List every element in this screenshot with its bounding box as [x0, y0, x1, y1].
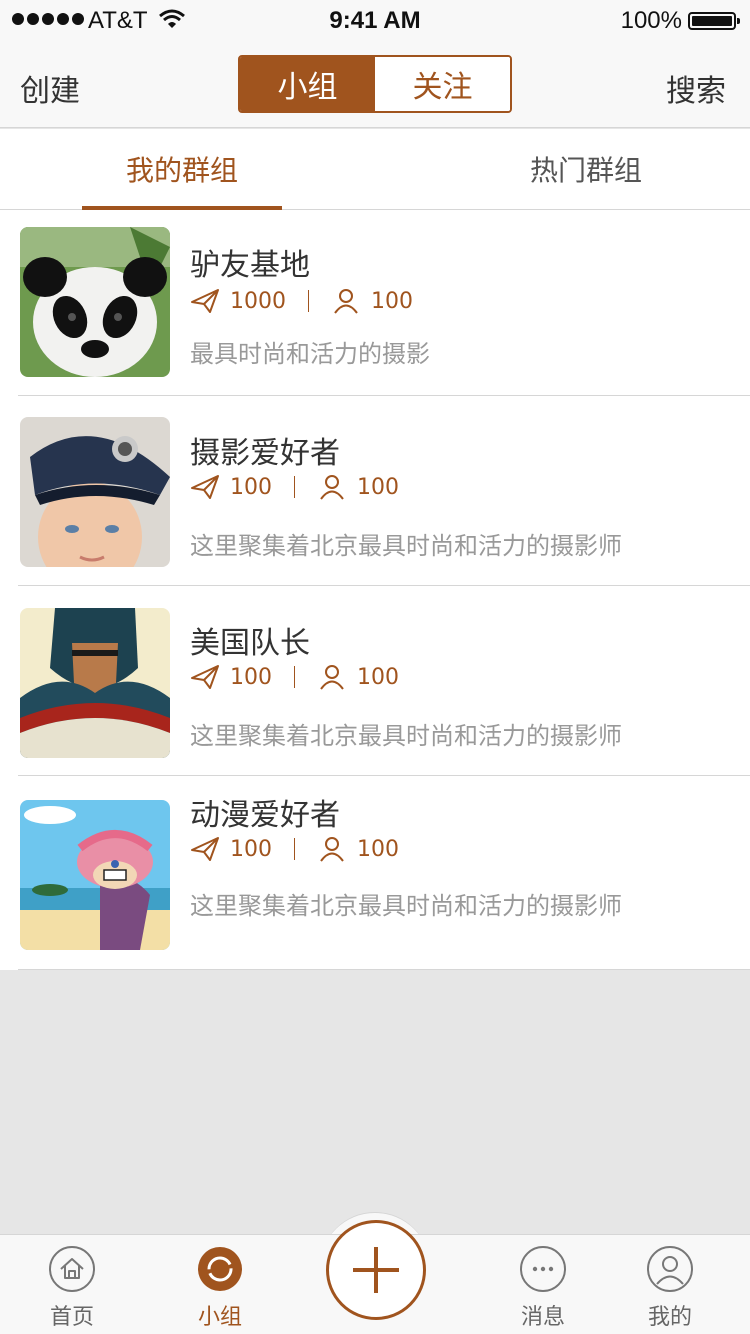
member-count: 100 [357, 474, 399, 500]
status-bar: AT&T 9:41 AM 100% [0, 0, 750, 40]
tabbar-item-home[interactable]: 首页 [32, 1245, 112, 1331]
avatar [20, 800, 170, 950]
post-count: 1000 [230, 288, 286, 314]
tabbar-label: 我的 [647, 1305, 692, 1330]
post-count: 100 [230, 664, 272, 690]
tab-my-groups[interactable]: 我的群组 [82, 129, 282, 210]
group-name: 摄影爱好者 [190, 436, 340, 471]
group-description: 这里聚集着北京最具时尚和活力的摄影师 [190, 722, 622, 750]
avatar [20, 227, 170, 377]
post-count: 100 [230, 474, 272, 500]
tab-hot-groups[interactable]: 热门群组 [486, 129, 686, 209]
tabbar-item-groups[interactable]: 小组 [180, 1245, 260, 1331]
member-count: 100 [371, 288, 413, 314]
plus-icon [353, 1247, 399, 1293]
send-icon [191, 475, 219, 499]
search-button[interactable]: 搜索 [666, 66, 726, 110]
member-count: 100 [357, 836, 399, 862]
segmented-control: 小组 关注 [238, 55, 512, 113]
group-list: 驴友基地 1000 100 最具时尚和活力的摄影 摄影爱好者 100 100 这… [0, 210, 750, 970]
list-item[interactable]: 摄影爱好者 100 100 这里聚集着北京最具时尚和活力的摄影师 [18, 396, 750, 586]
battery-percent: 100% [620, 7, 682, 34]
list-item[interactable]: 动漫爱好者 100 100 这里聚集着北京最具时尚和活力的摄影师 [18, 776, 750, 970]
tabbar-item-messages[interactable]: 消息 [503, 1245, 583, 1331]
group-description: 这里聚集着北京最具时尚和活力的摄影师 [190, 532, 622, 560]
person-icon [320, 837, 344, 862]
battery-icon [688, 12, 740, 30]
create-button[interactable]: 创建 [20, 66, 80, 110]
tabbar-label: 消息 [520, 1305, 565, 1330]
segment-groups[interactable]: 小组 [240, 57, 375, 111]
group-name: 驴友基地 [190, 248, 310, 283]
group-name: 美国队长 [190, 626, 310, 661]
group-icon [198, 1247, 242, 1291]
group-stats: 100 100 [190, 474, 399, 500]
member-count: 100 [357, 664, 399, 690]
group-stats: 100 100 [190, 836, 399, 862]
tabbar-label: 小组 [197, 1305, 242, 1330]
segment-following[interactable]: 关注 [375, 57, 510, 111]
group-name: 动漫爱好者 [190, 798, 340, 833]
list-item[interactable]: 驴友基地 1000 100 最具时尚和活力的摄影 [18, 210, 750, 396]
avatar [20, 417, 170, 567]
send-icon [191, 289, 219, 313]
person-icon [320, 475, 344, 500]
profile-icon [647, 1246, 693, 1292]
home-icon [49, 1246, 95, 1292]
post-count: 100 [230, 836, 272, 862]
group-stats: 100 100 [190, 664, 399, 690]
navigation-bar: 创建 小组 关注 搜索 [0, 40, 750, 128]
group-description: 这里聚集着北京最具时尚和活力的摄影师 [190, 892, 622, 920]
group-description: 最具时尚和活力的摄影 [190, 340, 430, 368]
send-icon [191, 837, 219, 861]
person-icon [334, 289, 358, 314]
create-post-button[interactable] [326, 1220, 426, 1320]
group-tabs: 我的群组 热门群组 [0, 129, 750, 210]
list-item[interactable]: 美国队长 100 100 这里聚集着北京最具时尚和活力的摄影师 [18, 586, 750, 776]
person-icon [320, 665, 344, 690]
tabbar-item-profile[interactable]: 我的 [630, 1245, 710, 1331]
message-icon [520, 1246, 566, 1292]
group-stats: 1000 100 [190, 288, 413, 314]
send-icon [191, 665, 219, 689]
tabbar-label: 首页 [49, 1305, 94, 1330]
avatar [20, 608, 170, 758]
